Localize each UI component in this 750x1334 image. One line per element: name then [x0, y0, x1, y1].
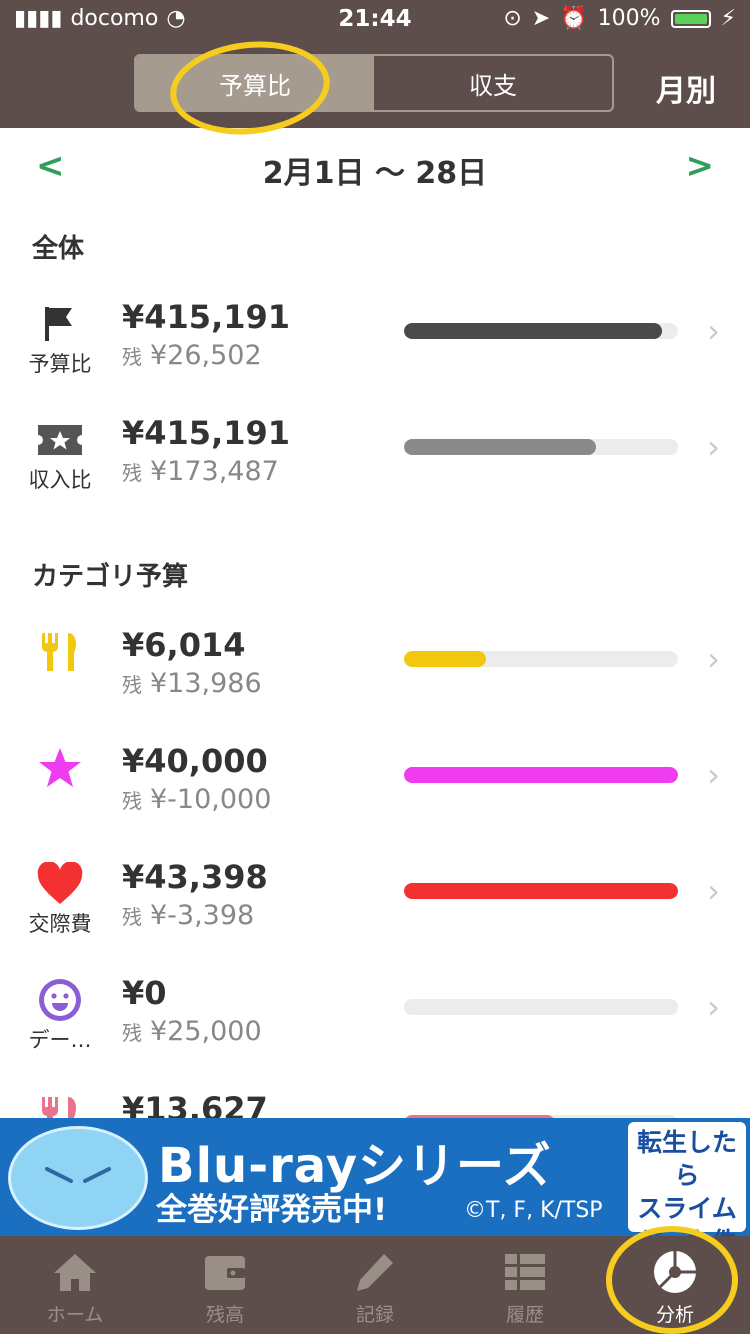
tab-income-expense[interactable]: 収支: [374, 56, 612, 110]
status-bar: ▮▮▮▮ docomo ◔ 21:44 ⊙ ➤ ⏰ 100% ⚡: [0, 0, 750, 40]
overall-row-budget[interactable]: 予算比 ¥415,191 残 ¥26,502 ›: [0, 288, 750, 398]
ad-badge-line: 転生したら: [636, 1128, 737, 1190]
chevron-right-icon: ›: [707, 872, 720, 910]
chevron-right-icon: ›: [707, 988, 720, 1026]
battery-percent: 100%: [597, 6, 661, 31]
lock-rotation-icon: ⊙: [503, 6, 522, 31]
progress-bar: [404, 999, 678, 1015]
smiley-icon: [34, 978, 86, 1022]
chevron-right-icon: ›: [707, 640, 720, 678]
tab-balance[interactable]: 残高: [150, 1236, 300, 1334]
row-icon-label: 予算比: [28, 352, 92, 376]
remaining-value: ¥26,502: [150, 340, 262, 371]
ticket-icon: [34, 418, 86, 462]
date-range: 2月1日 〜 28日: [262, 156, 488, 191]
progress-fill: [404, 767, 678, 783]
remaining-prefix: 残: [122, 905, 142, 929]
category-row[interactable]: 交際費 ¥43,398 残 ¥-3,398 ›: [0, 848, 750, 958]
row-remaining: 残 ¥26,502: [122, 340, 262, 371]
row-remaining: 残 ¥-3,398: [122, 900, 254, 931]
chevron-right-icon: ›: [707, 312, 720, 350]
row-remaining: 残 ¥13,986: [122, 668, 262, 699]
tab-label: ホーム: [46, 1304, 104, 1326]
tab-record[interactable]: 記録: [300, 1236, 450, 1334]
pencil-icon: [351, 1248, 399, 1296]
home-icon: [51, 1248, 99, 1296]
remaining-value: ¥173,487: [150, 456, 279, 487]
row-amount: ¥0: [122, 974, 167, 1012]
category-row[interactable]: デー… ¥0 残 ¥25,000 ›: [0, 964, 750, 1074]
heart-icon: [34, 862, 86, 906]
ad-badge-line: スライム: [637, 1194, 737, 1223]
remaining-prefix: 残: [122, 345, 142, 369]
chevron-right-icon: ›: [707, 428, 720, 466]
row-amount: ¥40,000: [122, 742, 268, 780]
ad-logo-badge: 転生したら スライム だった件: [628, 1122, 746, 1236]
progress-bar: [404, 883, 678, 899]
row-remaining: 残 ¥25,000: [122, 1016, 262, 1047]
next-period-button[interactable]: >: [686, 146, 715, 186]
row-amount: ¥6,014: [122, 626, 246, 664]
progress-bar: [404, 323, 678, 339]
row-remaining: 残 ¥-10,000: [122, 784, 271, 815]
star-icon: [34, 746, 86, 790]
charging-icon: ⚡: [720, 6, 736, 31]
ad-subtitle: 全巻好評発売中!: [156, 1192, 388, 1228]
location-icon: ➤: [531, 6, 551, 31]
row-icon-label: デー…: [28, 1028, 92, 1052]
date-navigation: < 2月1日 〜 28日 >: [0, 128, 750, 210]
battery-icon: [670, 9, 711, 28]
progress-fill: [404, 883, 678, 899]
progress-fill: [404, 439, 596, 455]
category-row[interactable]: ¥6,014 残 ¥13,986 ›: [0, 616, 750, 726]
row-amount: ¥415,191: [122, 298, 291, 336]
row-remaining: 残 ¥173,487: [122, 456, 279, 487]
row-icon-label: 収入比: [28, 468, 92, 492]
remaining-prefix: 残: [122, 789, 142, 813]
ad-banner[interactable]: Blu-rayシリーズ 全巻好評発売中! ©T, F, K/TSP 転生したら …: [0, 1118, 750, 1236]
remaining-prefix: 残: [122, 461, 142, 485]
alarm-icon: ⏰: [560, 6, 588, 31]
fork-knife-icon: [34, 630, 86, 674]
progress-fill: [404, 651, 487, 667]
monthly-button[interactable]: 月別: [656, 66, 716, 110]
tab-home[interactable]: ホーム: [0, 1236, 150, 1334]
progress-bar: [404, 767, 678, 783]
ad-copyright: ©T, F, K/TSP: [464, 1198, 603, 1223]
flag-icon: [34, 302, 86, 346]
remaining-prefix: 残: [122, 673, 142, 697]
section-title-overall: 全体: [32, 234, 85, 264]
tab-history[interactable]: 履歴: [450, 1236, 600, 1334]
list-icon: [501, 1248, 549, 1296]
overall-row-income[interactable]: 収入比 ¥415,191 残 ¥173,487 ›: [0, 404, 750, 514]
tab-label: 記録: [355, 1304, 394, 1326]
category-row[interactable]: ¥40,000 残 ¥-10,000 ›: [0, 732, 750, 842]
remaining-value: ¥-3,398: [150, 900, 255, 931]
header: 予算比 収支 月別: [0, 40, 750, 128]
progress-bar: [404, 651, 678, 667]
section-title-category: カテゴリ予算: [32, 562, 189, 592]
remaining-value: ¥13,986: [150, 668, 262, 699]
row-amount: ¥43,398: [122, 858, 268, 896]
remaining-value: ¥25,000: [150, 1016, 262, 1047]
status-right: ⊙ ➤ ⏰ 100% ⚡: [503, 6, 736, 31]
row-icon-label: 交際費: [28, 912, 92, 936]
slime-character-image: [8, 1126, 148, 1230]
wallet-icon: [201, 1248, 249, 1296]
tab-label: 残高: [205, 1304, 244, 1326]
progress-bar: [404, 439, 678, 455]
progress-fill: [404, 323, 662, 339]
remaining-prefix: 残: [122, 1021, 142, 1045]
remaining-value: ¥-10,000: [150, 784, 272, 815]
chevron-right-icon: ›: [707, 756, 720, 794]
tab-label: 履歴: [505, 1304, 544, 1326]
highlight-circle-annotation: [606, 1226, 738, 1334]
row-amount: ¥415,191: [122, 414, 291, 452]
